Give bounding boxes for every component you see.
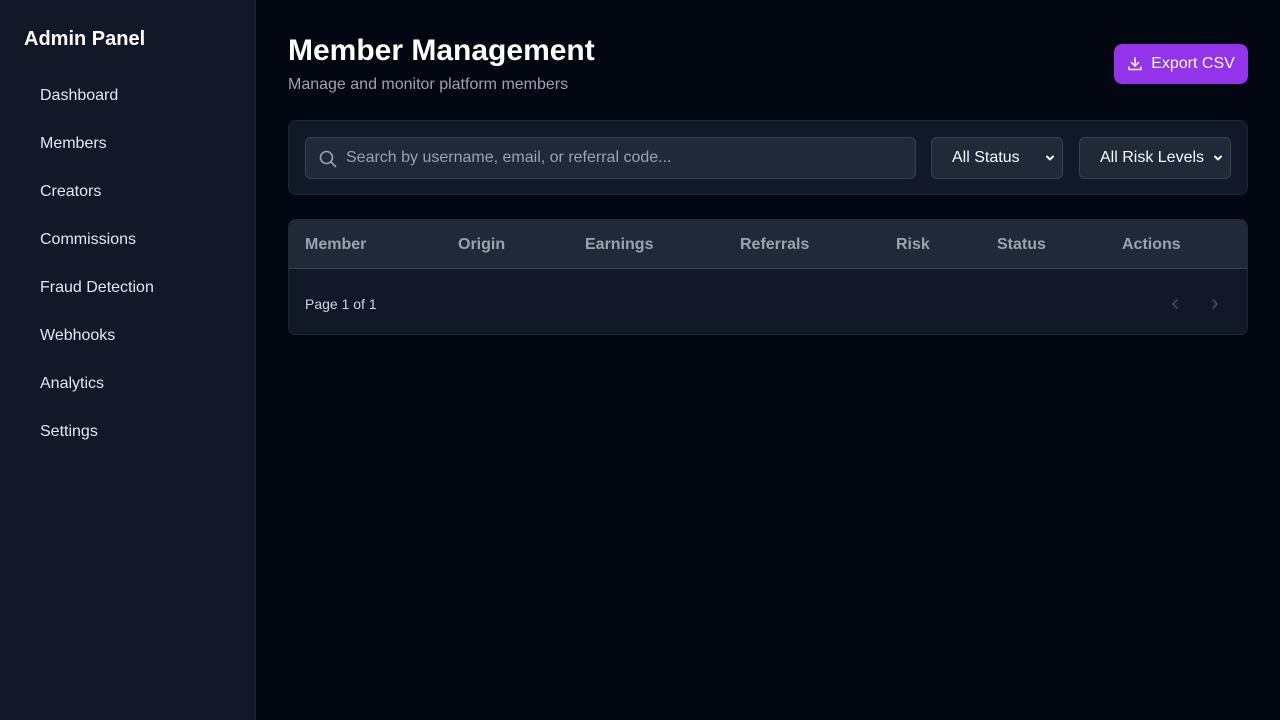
column-header-referrals[interactable]: Referrals <box>740 220 809 269</box>
search-icon <box>319 150 337 168</box>
column-header-status[interactable]: Status <box>997 220 1046 269</box>
sidebar-item-analytics[interactable]: Analytics <box>24 364 232 404</box>
risk-filter-select[interactable]: All Risk Levels <box>1079 137 1231 179</box>
sidebar-item-dashboard[interactable]: Dashboard <box>24 76 232 116</box>
sidebar-item-fraud-detection[interactable]: Fraud Detection <box>24 268 232 308</box>
sidebar-item-commissions[interactable]: Commissions <box>24 220 232 260</box>
export-csv-button[interactable]: Export CSV <box>1114 44 1248 84</box>
column-header-risk[interactable]: Risk <box>896 220 930 269</box>
table-header: Member Origin Earnings Referrals Risk St… <box>289 220 1247 269</box>
status-filter-select[interactable]: All Status <box>931 137 1063 179</box>
sidebar-nav: Dashboard Members Creators Commissions F… <box>24 76 232 460</box>
sidebar: Admin Panel Dashboard Members Creators C… <box>0 0 256 720</box>
chevron-down-icon <box>1046 155 1054 161</box>
next-page-button[interactable] <box>1203 292 1227 316</box>
search-input[interactable] <box>346 138 906 178</box>
column-header-earnings[interactable]: Earnings <box>585 220 653 269</box>
export-csv-label: Export CSV <box>1151 55 1235 72</box>
download-icon <box>1128 57 1142 71</box>
sidebar-item-members[interactable]: Members <box>24 124 232 164</box>
sidebar-item-creators[interactable]: Creators <box>24 172 232 212</box>
status-filter-value: All Status <box>952 149 1020 166</box>
filter-bar: All Status All Risk Levels <box>288 120 1248 195</box>
brand-title: Admin Panel <box>24 28 146 50</box>
chevron-right-icon <box>1212 299 1218 309</box>
pagination-info: Page 1 of 1 <box>305 296 377 312</box>
chevron-left-icon <box>1172 299 1178 309</box>
sidebar-item-settings[interactable]: Settings <box>24 412 232 452</box>
risk-filter-value: All Risk Levels <box>1100 149 1205 166</box>
page-title: Member Management <box>288 34 595 67</box>
previous-page-button[interactable] <box>1163 292 1187 316</box>
column-header-actions: Actions <box>1122 236 1181 253</box>
column-header-member[interactable]: Member <box>305 220 366 269</box>
column-header-origin[interactable]: Origin <box>458 220 505 269</box>
sidebar-item-webhooks[interactable]: Webhooks <box>24 316 232 356</box>
chevron-down-icon <box>1214 155 1222 161</box>
search-field[interactable] <box>305 137 916 179</box>
page-subtitle: Manage and monitor platform members <box>288 76 569 93</box>
members-table: Member Origin Earnings Referrals Risk St… <box>288 219 1248 335</box>
